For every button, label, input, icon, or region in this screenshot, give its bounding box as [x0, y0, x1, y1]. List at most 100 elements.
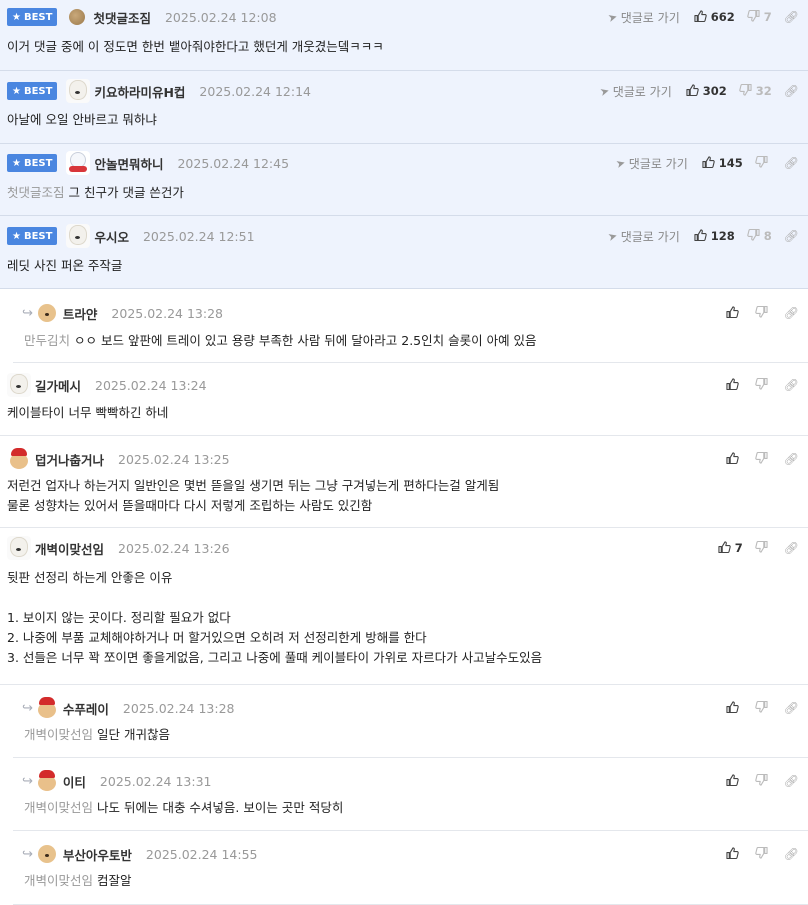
- white-dog-avatar[interactable]: [66, 79, 91, 103]
- link-icon[interactable]: 🔗︎: [784, 84, 799, 98]
- upvote-button[interactable]: [726, 377, 743, 393]
- nickname[interactable]: 안놀면뭐하니: [94, 154, 163, 173]
- reply-arrow-icon: ↪: [22, 773, 33, 789]
- comment-header: ↪ 트라얀 2025.02.24 13:28: [13, 301, 808, 325]
- best-comment: ★ BEST 키요하라미유H컵 2025.02.24 12:14 ➤ 댓글로 가기 302…: [0, 71, 808, 144]
- upvote-button[interactable]: [726, 773, 743, 789]
- nickname[interactable]: 우시오: [94, 227, 129, 246]
- best-label: BEST: [23, 85, 53, 97]
- downvote-button[interactable]: [755, 377, 772, 393]
- comment-actions: ➤ 댓글로 가기 302 32 🔗︎: [597, 79, 799, 103]
- puppy-cape-avatar[interactable]: [34, 769, 59, 793]
- nickname[interactable]: 길가메시: [35, 376, 81, 395]
- link-icon[interactable]: 🔗︎: [784, 541, 799, 555]
- comment-body: 개벽이맞선임 컴잘알: [24, 871, 798, 891]
- goto-comment-link[interactable]: ➤ 댓글로 가기: [606, 9, 680, 26]
- downvote-button[interactable]: [755, 155, 772, 171]
- thumbs-down-icon: [747, 9, 760, 25]
- goto-comment-link[interactable]: ➤ 댓글로 가기: [613, 155, 688, 172]
- upvote-button[interactable]: [726, 700, 743, 716]
- mention-nick[interactable]: 개벽이맞선임: [24, 727, 93, 742]
- best-badge: ★ BEST: [7, 154, 58, 172]
- snowman-avatar[interactable]: [66, 151, 91, 175]
- comment-text: 케이블타이 너무 빡빡하긴 하네: [7, 405, 169, 420]
- thumbs-down-icon: [755, 305, 768, 321]
- mention-nick[interactable]: 첫댓글조짐: [7, 185, 65, 200]
- star-icon: ★: [12, 11, 21, 23]
- upvote-button[interactable]: 302: [686, 83, 727, 99]
- puppy-cape-avatar[interactable]: [34, 696, 59, 720]
- white-dog-avatar[interactable]: [7, 536, 31, 560]
- nickname[interactable]: 개벽이맞선임: [35, 539, 104, 558]
- downvote-button[interactable]: [755, 451, 772, 467]
- nickname[interactable]: 첫댓글조짐: [93, 8, 151, 27]
- timestamp: 2025.02.24 14:55: [145, 846, 258, 862]
- upvote-button[interactable]: 7: [718, 540, 743, 556]
- mention-nick[interactable]: 개벽이맞선임: [24, 800, 93, 815]
- goto-comment-link[interactable]: ➤ 댓글로 가기: [597, 83, 672, 100]
- link-icon[interactable]: 🔗︎: [784, 10, 799, 24]
- upvote-button[interactable]: [726, 846, 743, 862]
- downvote-button[interactable]: [755, 700, 772, 716]
- comment-text: 저런건 업자나 하는거지 일반인은 몇번 뜯을일 생기면 뒤는 그냥 구겨넣는게…: [7, 478, 500, 513]
- puppy-avatar[interactable]: [34, 301, 59, 325]
- downvote-button[interactable]: 7: [747, 9, 772, 25]
- upvote-button[interactable]: [726, 451, 743, 467]
- thumbs-up-icon: [718, 540, 731, 556]
- nickname[interactable]: 수푸레이: [63, 699, 109, 718]
- puppy-avatar[interactable]: [34, 842, 59, 866]
- link-icon[interactable]: 🔗︎: [784, 306, 799, 320]
- link-icon[interactable]: 🔗︎: [784, 774, 799, 788]
- downvote-button[interactable]: 32: [739, 83, 772, 99]
- comment-text: 나도 뒤에는 대충 수셔넣음. 보이는 곳만 적당히: [97, 800, 344, 815]
- link-icon[interactable]: 🔗︎: [784, 378, 799, 392]
- link-icon[interactable]: 🔗︎: [784, 701, 799, 715]
- timestamp: 2025.02.24 12:51: [142, 228, 255, 244]
- nickname[interactable]: 부산아우토반: [63, 845, 132, 864]
- mention-nick[interactable]: 만두김치: [24, 333, 70, 348]
- white-dog-avatar[interactable]: [66, 224, 91, 248]
- upvote-button[interactable]: [726, 305, 743, 321]
- downvote-button[interactable]: [755, 846, 772, 862]
- nickname[interactable]: 키요하라미유H컵: [94, 82, 185, 101]
- nickname[interactable]: 이티: [63, 772, 86, 791]
- thumbs-up-icon: [726, 773, 739, 789]
- white-dog-avatar[interactable]: [7, 373, 31, 397]
- downvote-count: 8: [763, 229, 772, 243]
- mention-nick[interactable]: 개벽이맞선임: [24, 873, 93, 888]
- downvote-button[interactable]: [755, 305, 772, 321]
- coin-avatar[interactable]: [69, 9, 86, 25]
- downvote-button[interactable]: [755, 773, 772, 789]
- link-icon[interactable]: 🔗︎: [784, 156, 799, 170]
- link-icon[interactable]: 🔗︎: [784, 452, 799, 466]
- thumbs-down-icon: [755, 451, 768, 467]
- nickname[interactable]: 트라얀: [63, 304, 98, 323]
- comment: 개벽이맞선임 2025.02.24 13:26 7 🔗︎ 뒷판 선정리 하는게 안좋…: [0, 528, 808, 685]
- reply-comment: ↪ 트라얀 2025.02.24 13:28 🔗︎ 만두김치 ㅇㅇ 보드 앞판에 트레이…: [13, 289, 808, 363]
- nickname[interactable]: 덥거나춥거나: [35, 450, 104, 469]
- send-arrow-icon: ➤: [613, 155, 627, 171]
- downvote-button[interactable]: 8: [747, 228, 772, 244]
- reply-comment: ↪ 이티 2025.02.24 13:31 🔗︎ 개벽이맞선임 나도 뒤에는 대충 수셔…: [13, 758, 808, 831]
- timestamp: 2025.02.24 13:28: [111, 305, 223, 321]
- goto-label: 댓글로 가기: [628, 156, 688, 171]
- link-icon[interactable]: 🔗︎: [784, 229, 799, 243]
- timestamp: 2025.02.24 13:31: [99, 773, 212, 789]
- downvote-button[interactable]: [755, 540, 772, 556]
- goto-comment-link[interactable]: ➤ 댓글로 가기: [605, 228, 680, 245]
- timestamp: 2025.02.24 13:24: [95, 377, 207, 393]
- best-comment: ★ BEST 안놀면뭐하니 2025.02.24 12:45 ➤ 댓글로 가기 145 🔗…: [0, 144, 808, 216]
- upvote-button[interactable]: 145: [702, 155, 743, 171]
- link-icon[interactable]: 🔗︎: [784, 847, 799, 861]
- send-arrow-icon: ➤: [605, 228, 619, 244]
- reply-comment: ↪ 부산아우토반 2025.02.24 14:55 🔗︎ 개벽이맞선임 컴잘알: [13, 831, 808, 905]
- comment-body: 개벽이맞선임 일단 개귀찮음: [24, 725, 798, 745]
- upvote-count: 128: [710, 229, 735, 243]
- thumbs-up-icon: [694, 228, 707, 244]
- comment-actions: ➤ 댓글로 가기 662 7 🔗︎: [606, 5, 799, 29]
- santa-avatar[interactable]: [7, 447, 31, 471]
- comment-header: ↪ 수푸레이 2025.02.24 13:28: [13, 696, 808, 720]
- send-arrow-icon: ➤: [597, 83, 611, 99]
- upvote-button[interactable]: 662: [694, 9, 735, 25]
- upvote-button[interactable]: 128: [694, 228, 735, 244]
